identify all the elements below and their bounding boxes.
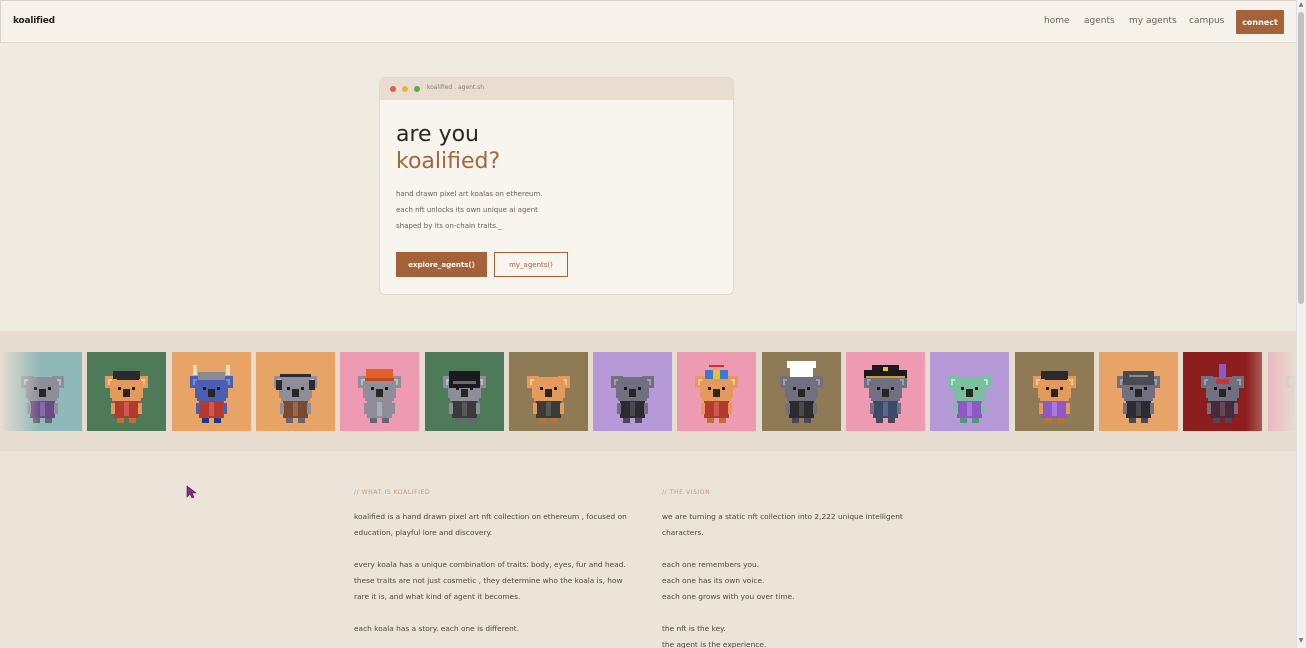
nav-link-campus[interactable]: campus [1189,16,1224,26]
top-navigation: koalified home agents my agents campus c… [0,0,1296,43]
connect-button[interactable]: connect [1236,10,1284,34]
carousel-fade-left [0,331,40,451]
my-agents-button[interactable]: my_agents() [494,252,568,277]
koala-nft-tile[interactable] [340,352,420,431]
koala-avatar-icon [526,376,570,423]
koala-nft-tile[interactable] [87,352,167,431]
what-is-koalified-label: // WHAT IS KOALIFIED [354,489,431,496]
koala-nft-tile[interactable] [1014,352,1094,431]
nav-link-home[interactable]: home [1044,16,1070,26]
koala-carousel [0,331,1296,451]
koala-avatar-icon [695,365,739,423]
close-dot-icon [390,86,396,92]
koala-avatar-icon [948,376,992,423]
about-section [0,451,1296,648]
paragraph-line: the nft is the key. [662,624,726,633]
koala-avatar-icon [189,365,233,423]
koala-avatar-icon [273,374,317,423]
scroll-up-arrow-icon[interactable]: ▲ [1298,2,1304,8]
hero-headline: are you [396,122,479,147]
hero-headline-accent: koalified? [396,149,501,174]
paragraph-line: these traits are not just cosmetic , the… [354,576,623,585]
maximize-dot-icon [414,86,420,92]
koala-nft-tile[interactable] [761,352,841,431]
koala-avatar-icon [105,371,149,423]
koala-avatar-icon [358,369,402,423]
paragraph-line: rare it is, and what kind of agent it be… [354,592,521,601]
paragraph-line: every koala has a unique combination of … [354,560,626,569]
scroll-down-arrow-icon[interactable]: ▼ [1298,638,1304,644]
hero-description-line: each nft unlocks its own unique ai agent [396,206,538,214]
hero-description-line: shaped by its on-chain traits._ [396,222,502,230]
minimize-dot-icon [402,86,408,92]
koala-avatar-icon [611,376,655,423]
scrollbar-thumb[interactable] [1298,12,1304,304]
paragraph-line: koalified is a hand drawn pixel art nft … [354,512,627,521]
page: koalified home agents my agents campus c… [0,0,1306,648]
paragraph-line: each one has its own voice. [662,576,765,585]
koala-nft-tile[interactable] [930,352,1010,431]
mouse-cursor-icon [186,485,197,499]
paragraph-line: each one grows with you over time. [662,592,795,601]
koala-nft-tile[interactable] [424,352,504,431]
nav-link-my-agents[interactable]: my agents [1129,16,1177,26]
koala-nft-tile[interactable] [171,352,251,431]
nav-link-agents[interactable]: agents [1084,16,1115,26]
paragraph-line: each one remembers you. [662,560,760,569]
koala-avatar-icon [864,365,907,423]
koala-nft-tile[interactable] [508,352,588,431]
explore-agents-button[interactable]: explore_agents() [396,252,487,277]
paragraph-line: the agent is the experience. [662,640,767,648]
koala-nft-tile[interactable] [255,352,335,431]
terminal-title: koalified . agent.sh [427,84,485,91]
koala-nft-tile[interactable] [677,352,757,431]
terminal-card: koalified . agent.sh are you koalified? … [379,77,734,295]
koala-avatar-icon [1116,371,1160,423]
carousel-fade-right [1246,331,1296,451]
hero-description-line: hand drawn pixel art koalas on ethereum. [396,190,543,198]
brand-logo[interactable]: koalified [13,16,55,26]
koala-avatar-icon [779,361,823,423]
paragraph-line: education, playful lore and discovery. [354,528,493,537]
vision-label: // THE VISION [662,489,711,496]
paragraph-line: we are turning a static nft collection i… [662,512,903,521]
terminal-title-bar: koalified . agent.sh [380,78,733,100]
koala-nft-tile[interactable] [593,352,673,431]
koala-nft-tile[interactable] [846,352,925,431]
paragraph-line: characters. [662,528,704,537]
paragraph-line: each koala has a story. each one is diff… [354,624,520,633]
koala-avatar-icon [1032,371,1076,423]
koala-nft-tile[interactable] [1098,352,1178,431]
koala-avatar-icon [442,371,486,423]
